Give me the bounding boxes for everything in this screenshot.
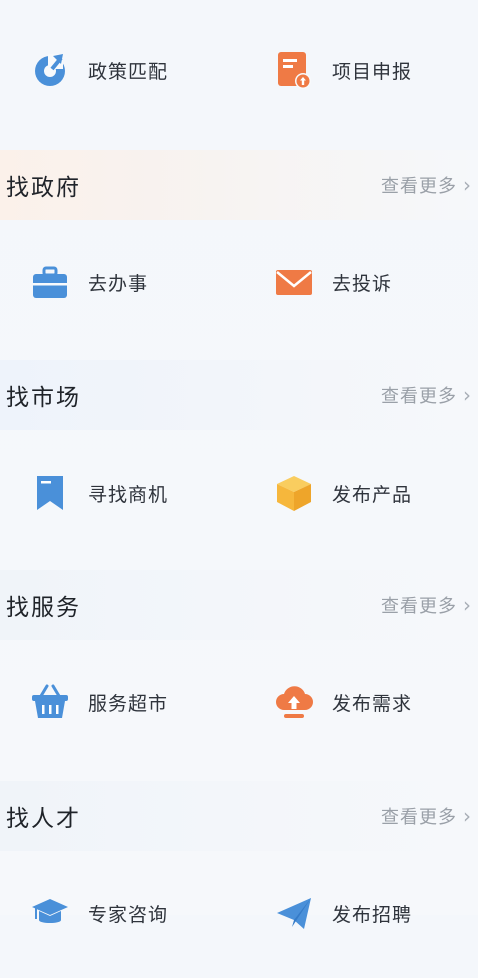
handle-affairs-button[interactable]: 去办事	[28, 217, 148, 347]
market-row: 寻找商机 发布产品	[0, 428, 478, 558]
section-header-talent: 找人才 查看更多 ›	[0, 781, 478, 851]
project-apply-label: 项目申报	[332, 60, 413, 83]
basket-icon	[28, 680, 72, 724]
service-row: 服务超市 发布需求	[0, 637, 478, 767]
section-header-service: 找服务 查看更多 ›	[0, 570, 478, 640]
section-title: 找政府	[6, 175, 81, 201]
policy-match-button[interactable]: 政策匹配	[28, 5, 168, 135]
project-apply-button[interactable]: 项目申报	[272, 5, 412, 135]
chevron-right-icon: ›	[463, 383, 472, 407]
publish-demand-button[interactable]: 发布需求	[272, 637, 412, 767]
publish-recruit-label: 发布招聘	[332, 903, 413, 926]
top-row: 政策匹配 项目申报	[0, 5, 478, 135]
publish-product-label: 发布产品	[332, 483, 413, 506]
handle-affairs-label: 去办事	[88, 272, 149, 295]
publish-product-button[interactable]: 发布产品	[272, 428, 412, 558]
view-more-link[interactable]: 查看更多 ›	[381, 382, 472, 408]
government-row: 去办事 去投诉	[0, 217, 478, 347]
paper-plane-icon	[272, 891, 316, 935]
service-market-button[interactable]: 服务超市	[28, 637, 168, 767]
expert-consult-label: 专家咨询	[88, 903, 169, 926]
expert-consult-button[interactable]: 专家咨询	[28, 848, 168, 978]
briefcase-icon	[28, 260, 72, 304]
document-upload-icon	[272, 48, 316, 92]
policy-match-label: 政策匹配	[88, 60, 169, 83]
view-more-link[interactable]: 查看更多 ›	[381, 803, 472, 829]
chevron-right-icon: ›	[463, 593, 472, 617]
graduation-cap-icon	[28, 891, 72, 935]
complain-button[interactable]: 去投诉	[272, 217, 392, 347]
envelope-icon	[272, 260, 316, 304]
section-header-market: 找市场 查看更多 ›	[0, 360, 478, 430]
publish-demand-label: 发布需求	[332, 692, 413, 715]
complain-label: 去投诉	[332, 272, 393, 295]
policy-match-icon	[28, 48, 72, 92]
cloud-upload-icon	[272, 680, 316, 724]
find-business-button[interactable]: 寻找商机	[28, 428, 168, 558]
chevron-right-icon: ›	[463, 173, 472, 197]
section-title: 找人才	[6, 806, 81, 832]
section-title: 找服务	[6, 595, 81, 621]
service-market-label: 服务超市	[88, 692, 169, 715]
chevron-right-icon: ›	[463, 804, 472, 828]
section-header-government: 找政府 查看更多 ›	[0, 150, 478, 220]
publish-recruit-button[interactable]: 发布招聘	[272, 848, 412, 978]
bookmark-icon	[28, 471, 72, 515]
talent-row: 专家咨询 发布招聘	[0, 848, 478, 978]
box-icon	[272, 471, 316, 515]
section-title: 找市场	[6, 385, 81, 411]
view-more-link[interactable]: 查看更多 ›	[381, 172, 472, 198]
find-business-label: 寻找商机	[88, 483, 169, 506]
view-more-link[interactable]: 查看更多 ›	[381, 592, 472, 618]
